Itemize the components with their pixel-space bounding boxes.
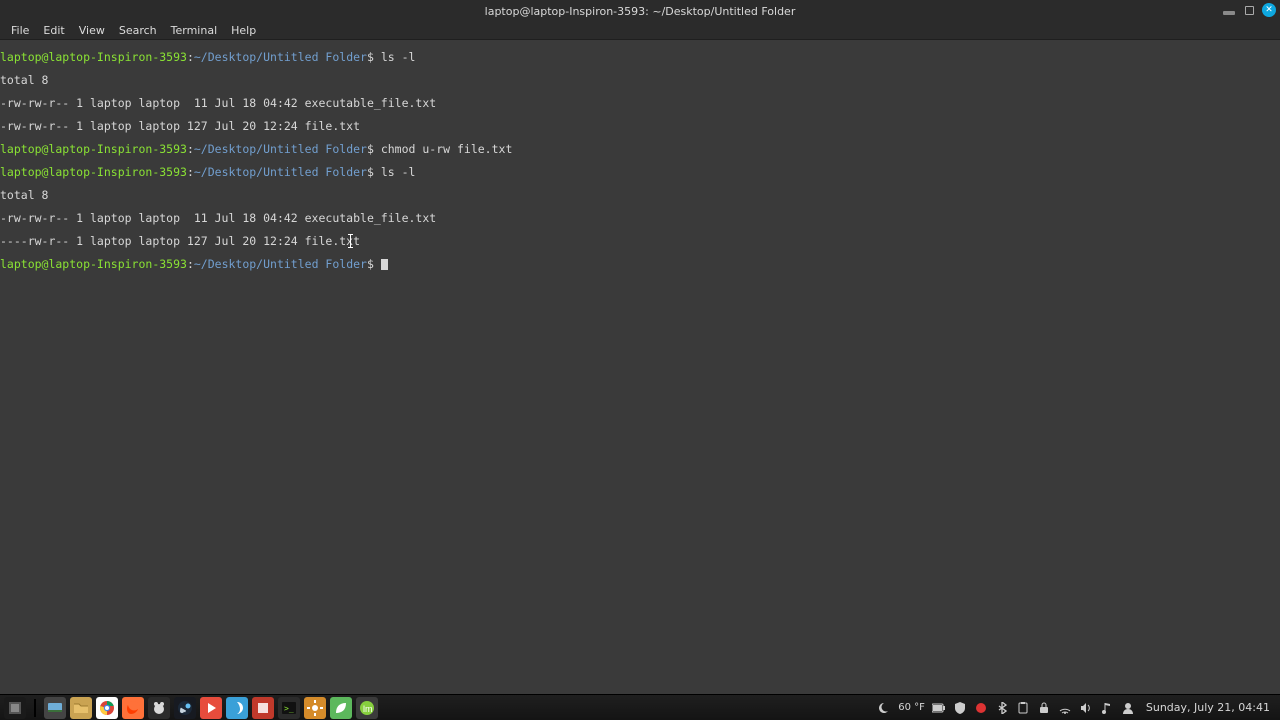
record-icon[interactable] (974, 701, 988, 715)
launcher-settings[interactable] (304, 697, 326, 719)
launcher-swirl[interactable] (226, 697, 248, 719)
menu-view[interactable]: View (72, 22, 112, 39)
network-icon[interactable] (1058, 701, 1072, 715)
prompt-sep: : (187, 257, 194, 271)
ls1-total: total 8 (0, 73, 48, 87)
launcher-mint[interactable]: lm (356, 697, 378, 719)
prompt-sigil: $ (367, 165, 374, 179)
prompt-userhost: laptop@laptop-Inspiron-3593 (0, 165, 187, 179)
start-icon (8, 701, 22, 715)
ls2-line2: ----rw-r-- 1 laptop laptop 127 Jul 20 12… (0, 234, 360, 248)
clock[interactable]: Sunday, July 21, 04:41 (1142, 701, 1270, 714)
weather-text[interactable]: 60 °F (898, 702, 925, 713)
prompt-userhost: laptop@laptop-Inspiron-3593 (0, 257, 187, 271)
prompt-sep: : (187, 142, 194, 156)
music-icon[interactable] (1100, 701, 1114, 715)
desktop-icon (47, 700, 63, 716)
taskbar: >_ lm 60 °F (0, 694, 1280, 720)
minimize-icon (1223, 11, 1235, 15)
launcher-video[interactable] (200, 697, 222, 719)
launcher-chrome[interactable] (96, 697, 118, 719)
menu-help[interactable]: Help (224, 22, 263, 39)
menu-file[interactable]: File (4, 22, 36, 39)
taskbar-separator (34, 699, 36, 717)
square-icon (255, 700, 271, 716)
window-title: laptop@laptop-Inspiron-3593: ~/Desktop/U… (485, 5, 796, 18)
prompt-path: ~/Desktop/Untitled Folder (194, 142, 367, 156)
prompt-userhost: laptop@laptop-Inspiron-3593 (0, 142, 187, 156)
prompt-sigil: $ (367, 257, 374, 271)
svg-text:>_: >_ (284, 704, 294, 713)
bluetooth-icon[interactable] (995, 701, 1009, 715)
swirl-icon (229, 700, 245, 716)
window-minimize-button[interactable] (1222, 3, 1236, 17)
text-cursor-ibeam-icon (350, 234, 351, 248)
terminal-icon: >_ (281, 700, 297, 716)
ls1-line2: -rw-rw-r-- 1 laptop laptop 127 Jul 20 12… (0, 119, 360, 133)
terminal-cursor (381, 259, 388, 270)
mint-icon: lm (359, 700, 375, 716)
terminal-viewport[interactable]: laptop@laptop-Inspiron-3593:~/Desktop/Un… (0, 40, 1280, 694)
clipboard-icon[interactable] (1016, 701, 1030, 715)
play-icon (203, 700, 219, 716)
window-titlebar: laptop@laptop-Inspiron-3593: ~/Desktop/U… (0, 0, 1280, 22)
launcher-files[interactable] (70, 697, 92, 719)
close-icon: ✕ (1265, 6, 1273, 15)
prompt-sep: : (187, 165, 194, 179)
window-maximize-button[interactable] (1242, 3, 1256, 17)
prompt-path: ~/Desktop/Untitled Folder (194, 257, 367, 271)
start-menu-button[interactable] (4, 697, 26, 719)
cmd-ls-1: ls -l (374, 50, 416, 64)
launcher-firefox[interactable] (122, 697, 144, 719)
cmd-chmod: chmod u-rw file.txt (374, 142, 512, 156)
firefox-icon (125, 700, 141, 716)
system-tray: 60 °F Sunday, July 21, 04: (877, 701, 1276, 715)
menu-edit[interactable]: Edit (36, 22, 71, 39)
battery-icon[interactable] (932, 701, 946, 715)
prompt-sigil: $ (367, 142, 374, 156)
launcher-steam[interactable] (174, 697, 196, 719)
launcher-show-desktop[interactable] (44, 697, 66, 719)
ls2-line1: -rw-rw-r-- 1 laptop laptop 11 Jul 18 04:… (0, 211, 436, 225)
user-icon[interactable] (1121, 701, 1135, 715)
prompt-sep: : (187, 50, 194, 64)
leaf-icon (333, 700, 349, 716)
ls1-line1: -rw-rw-r-- 1 laptop laptop 11 Jul 18 04:… (0, 96, 436, 110)
prompt-path: ~/Desktop/Untitled Folder (194, 165, 367, 179)
prompt-sigil: $ (367, 50, 374, 64)
launcher-xfce[interactable] (148, 697, 170, 719)
steam-icon (177, 700, 193, 716)
menubar: File Edit View Search Terminal Help (0, 22, 1280, 40)
folder-icon (73, 700, 89, 716)
launcher-terminal[interactable]: >_ (278, 697, 300, 719)
cog-icon (307, 700, 323, 716)
menu-terminal[interactable]: Terminal (164, 22, 225, 39)
volume-icon[interactable] (1079, 701, 1093, 715)
chrome-icon (99, 700, 115, 716)
prompt-userhost: laptop@laptop-Inspiron-3593 (0, 50, 187, 64)
cmd-current (374, 257, 381, 271)
ls2-total: total 8 (0, 188, 48, 202)
lock-icon[interactable] (1037, 701, 1051, 715)
launcher-red[interactable] (252, 697, 274, 719)
shield-icon[interactable] (953, 701, 967, 715)
weather-icon[interactable] (877, 701, 891, 715)
svg-text:lm: lm (363, 704, 373, 714)
window-close-button[interactable]: ✕ (1262, 3, 1276, 17)
launcher-leaf[interactable] (330, 697, 352, 719)
menu-search[interactable]: Search (112, 22, 164, 39)
maximize-icon (1245, 6, 1254, 15)
mouse-icon (151, 700, 167, 716)
prompt-path: ~/Desktop/Untitled Folder (194, 50, 367, 64)
cmd-ls-2: ls -l (374, 165, 416, 179)
